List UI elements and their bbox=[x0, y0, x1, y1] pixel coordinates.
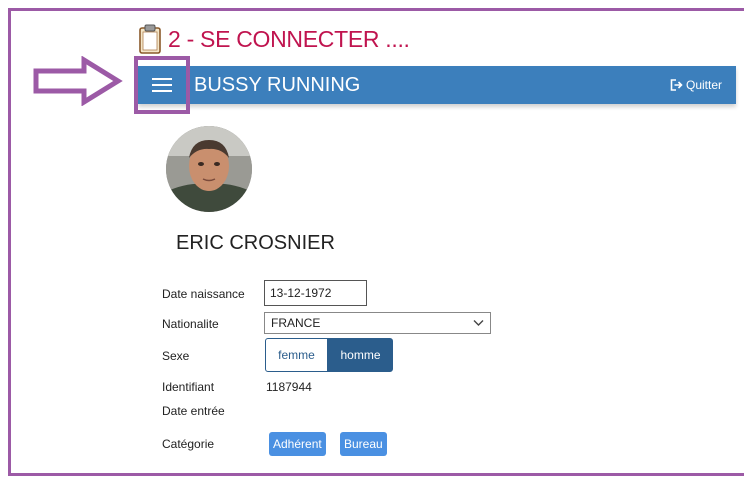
sex-toggle: femme homme bbox=[265, 338, 393, 372]
category-badge-adherent[interactable]: Adhérent bbox=[269, 432, 326, 456]
hamburger-icon bbox=[152, 78, 172, 92]
arrow-right-outline-icon bbox=[33, 56, 123, 106]
entry-date-label: Date entrée bbox=[162, 404, 225, 418]
quit-label: Quitter bbox=[685, 78, 722, 92]
sex-option-homme[interactable]: homme bbox=[328, 338, 393, 372]
quit-button[interactable]: Quitter bbox=[670, 66, 722, 104]
category-label: Catégorie bbox=[162, 437, 215, 451]
sex-option-femme[interactable]: femme bbox=[265, 338, 328, 372]
birthdate-field[interactable] bbox=[264, 280, 367, 306]
step-title-text: 2 - SE CONNECTER .... bbox=[168, 25, 410, 52]
nationality-label: Nationalite bbox=[162, 317, 219, 331]
category-badge-bureau[interactable]: Bureau bbox=[340, 432, 387, 456]
step-title: 2 - SE CONNECTER .... bbox=[138, 24, 410, 54]
chevron-down-icon bbox=[473, 320, 484, 326]
user-name: ERIC CROSNIER bbox=[176, 232, 335, 254]
sex-label: Sexe bbox=[162, 349, 190, 363]
id-label: Identifiant bbox=[162, 380, 215, 394]
top-navbar: BUSSY RUNNING Quitter bbox=[138, 66, 736, 104]
app-brand: BUSSY RUNNING bbox=[194, 74, 361, 96]
nationality-value: FRANCE bbox=[271, 316, 321, 330]
sign-out-icon bbox=[670, 79, 683, 91]
nationality-select[interactable]: FRANCE bbox=[264, 312, 491, 334]
avatar bbox=[166, 126, 252, 212]
id-value: 1187944 bbox=[266, 380, 312, 394]
clipboard-icon bbox=[139, 24, 161, 54]
birthdate-label: Date naissance bbox=[162, 287, 245, 301]
menu-button[interactable] bbox=[138, 66, 186, 104]
